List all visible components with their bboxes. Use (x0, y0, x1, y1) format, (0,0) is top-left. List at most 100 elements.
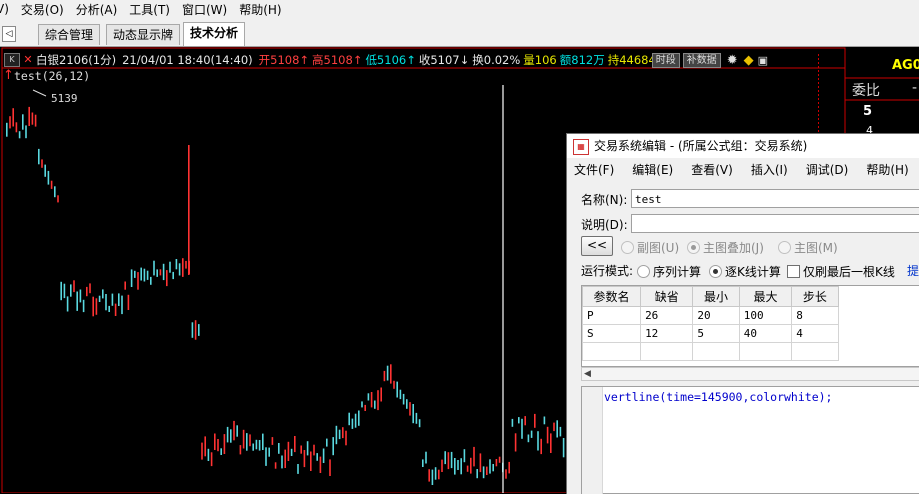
table-row[interactable] (581, 342, 919, 361)
param-cell[interactable] (640, 342, 694, 361)
dialog-menu-edit[interactable]: 编辑(E) (626, 160, 679, 180)
hint-link[interactable]: 提 (907, 262, 919, 279)
param-cell[interactable]: P (581, 306, 642, 325)
param-cell[interactable] (692, 342, 740, 361)
last-bar-only-box[interactable] (787, 265, 800, 278)
param-cell[interactable]: S (581, 324, 642, 343)
radio-main-overlay[interactable]: 主图叠加(J) (687, 239, 764, 256)
candle-bar (335, 425, 338, 445)
param-header-default[interactable]: 缺省 (640, 286, 694, 307)
param-header-name[interactable]: 参数名 (581, 286, 642, 307)
fill-data-button[interactable]: 补数据 (682, 52, 721, 68)
formula-code-editor[interactable]: vertline(time=145900,colorwhite); (581, 386, 919, 494)
table-row[interactable]: P 26 20 100 8 (581, 306, 919, 325)
chart-dotted-guide (818, 102, 819, 104)
param-table-hscrollbar[interactable]: ◀ (581, 367, 919, 381)
code-line[interactable]: vertline(time=145900,colorwhite); (604, 390, 832, 404)
radio-main-chart[interactable]: 主图(M) (778, 239, 838, 256)
chart-dotted-guide (818, 78, 819, 80)
dialog-menu-help[interactable]: 帮助(H) (860, 160, 914, 180)
candle-bar (399, 389, 402, 400)
radio-series-calc-circle[interactable] (637, 265, 650, 278)
period-k-button[interactable]: K (4, 53, 20, 67)
candle-bar (98, 295, 101, 302)
candle-bar (294, 436, 296, 453)
param-cell[interactable] (738, 342, 793, 361)
candle-bar (118, 293, 120, 306)
candle-bar (345, 430, 347, 446)
dialog-titlebar[interactable]: ▦ 交易系统编辑 - (所属公式组：交易系统) (567, 134, 919, 158)
candle-bar (412, 404, 414, 424)
trading-system-editor-dialog[interactable]: ▦ 交易系统编辑 - (所属公式组：交易系统) 文件(F) 编辑(E) 查看(V… (566, 133, 919, 494)
radio-subchart[interactable]: 副图(U) (621, 239, 679, 256)
candle-bar (546, 426, 549, 444)
candle-bar (143, 268, 146, 282)
description-input[interactable] (631, 214, 919, 233)
candle-bar (431, 469, 434, 485)
name-input[interactable]: test (631, 189, 919, 208)
param-cell[interactable]: 26 (640, 306, 694, 325)
close-chart-icon[interactable]: ✕ (22, 54, 34, 66)
formula-up-arrow-icon: ↑ (3, 68, 14, 83)
candle-bar (130, 269, 133, 287)
scroll-left-arrow-icon[interactable]: ◀ (584, 368, 591, 380)
param-cell[interactable]: 4 (791, 324, 839, 343)
radio-main-chart-circle[interactable] (778, 241, 791, 254)
collapse-back-button[interactable]: << (581, 236, 613, 256)
param-cell[interactable]: 40 (738, 324, 793, 343)
candle-bar (441, 459, 443, 472)
weibi-value: - (912, 80, 918, 96)
lock-icon[interactable]: ▣ (758, 54, 768, 67)
radio-per-bar-calc-circle[interactable] (709, 265, 722, 278)
candle-bar (514, 433, 517, 452)
radio-series-calc[interactable]: 序列计算 (637, 263, 701, 280)
dialog-menu-insert[interactable]: 插入(I) (745, 160, 794, 180)
candle-bar (22, 114, 24, 130)
table-row[interactable]: S 12 5 40 4 (581, 324, 919, 343)
candle-bar (450, 451, 453, 469)
param-header-min[interactable]: 最小 (692, 286, 740, 307)
dialog-title: 交易系统编辑 - (所属公式组：交易系统) (594, 139, 808, 153)
dialog-menu-file[interactable]: 文件(F) (574, 160, 620, 180)
candle-bar (543, 416, 546, 425)
radio-per-bar-calc[interactable]: 逐K线计算 (709, 263, 781, 280)
candle-bar (406, 399, 408, 409)
dialog-menu-view[interactable]: 查看(V) (685, 160, 739, 180)
param-cell[interactable] (791, 342, 839, 361)
dialog-menu-debug[interactable]: 调试(D) (800, 160, 855, 180)
settings-gear-icon[interactable]: ✹ (727, 53, 738, 68)
param-cell[interactable]: 12 (640, 324, 694, 343)
candle-bar (498, 456, 501, 463)
candle-bar (428, 469, 430, 482)
code-gutter (582, 387, 603, 494)
param-cell[interactable] (581, 342, 642, 361)
candle-bar (310, 451, 312, 471)
amount: 额812万 (559, 53, 605, 67)
candle-bar (281, 455, 283, 469)
candle-bar (508, 461, 510, 474)
radio-subchart-circle[interactable] (621, 241, 634, 254)
candle-bar (434, 467, 437, 480)
param-cell[interactable]: 8 (791, 306, 839, 325)
candle-bar (463, 449, 466, 463)
weibi-label: 委比 (852, 83, 880, 99)
param-cell[interactable]: 5 (692, 324, 740, 343)
chart-dotted-guide (818, 94, 819, 96)
warning-diamond-icon[interactable]: ◆ (744, 53, 754, 68)
param-cell[interactable]: 20 (692, 306, 740, 325)
param-cell[interactable]: 100 (738, 306, 793, 325)
candle-bar (386, 365, 389, 381)
radio-main-overlay-circle[interactable] (687, 241, 700, 254)
param-header-step[interactable]: 步长 (791, 286, 839, 307)
dialog-menubar: 文件(F) 编辑(E) 查看(V) 插入(I) 调试(D) 帮助(H) (567, 160, 919, 180)
parameter-table[interactable]: 参数名 缺省 最小 最大 步长 P 26 20 100 8 S 12 5 40 … (581, 285, 919, 367)
candle-bar (415, 412, 418, 424)
candle-bar (70, 284, 72, 297)
candle-bar (41, 159, 43, 168)
candle-bar (204, 436, 206, 457)
param-header-max[interactable]: 最大 (738, 286, 793, 307)
time-period-button[interactable]: 时段 (651, 52, 680, 68)
chart-symbol: 白银2106(1分) (36, 53, 117, 67)
last-bar-only-checkbox[interactable]: 仅刷最后一根K线 (787, 263, 895, 280)
formula-name[interactable]: test(26,12) (14, 69, 90, 83)
